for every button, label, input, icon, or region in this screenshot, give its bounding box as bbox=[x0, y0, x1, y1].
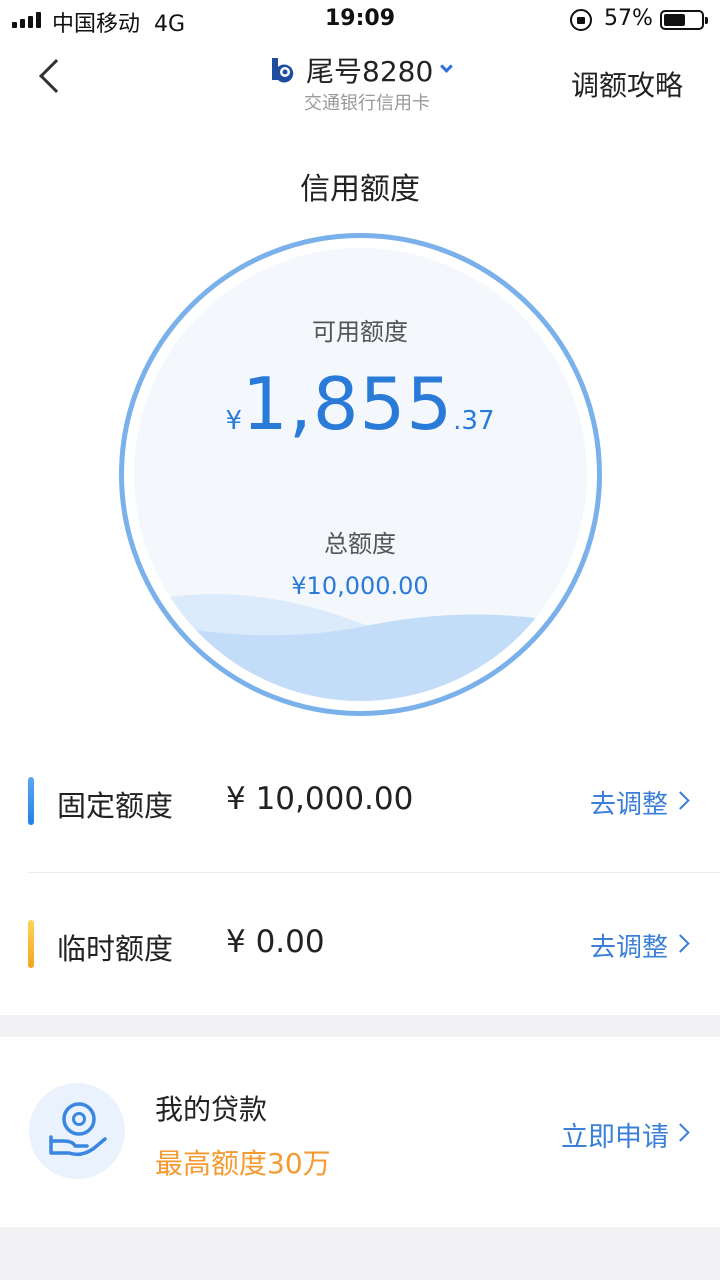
fixed-quota-value: ¥ 10,000.00 bbox=[226, 781, 414, 817]
loan-subtitle: 最高额度30万 bbox=[155, 1147, 331, 1180]
temp-quota-value: ¥ 0.00 bbox=[226, 924, 325, 960]
coin-hand-icon bbox=[29, 1083, 125, 1179]
fixed-quota-adjust-button[interactable]: 去调整 bbox=[590, 784, 668, 821]
available-integer: 1,855 bbox=[242, 362, 454, 446]
rotation-lock-icon bbox=[570, 9, 592, 31]
temp-quota-label: 临时额度 bbox=[57, 932, 174, 966]
card-subtitle: 交通银行信用卡 bbox=[304, 93, 430, 114]
available-decimal: .37 bbox=[453, 406, 495, 436]
fixed-quota-label: 固定额度 bbox=[57, 789, 174, 823]
available-amount: ¥1,855.37 bbox=[0, 362, 720, 446]
temp-quota-bar bbox=[28, 920, 34, 968]
fixed-quota-bar bbox=[28, 777, 34, 825]
divider bbox=[28, 872, 720, 873]
credit-gauge bbox=[119, 233, 602, 716]
available-currency: ¥ bbox=[225, 406, 243, 436]
apply-loan-button[interactable]: 立即申请 bbox=[561, 1115, 669, 1154]
adjust-guide-link[interactable]: 调额攻略 bbox=[571, 64, 683, 104]
battery-percent: 57% bbox=[604, 6, 653, 31]
temp-quota-adjust-button[interactable]: 去调整 bbox=[590, 927, 668, 964]
total-label: 总额度 bbox=[324, 530, 396, 558]
bank-logo-icon bbox=[272, 58, 294, 83]
available-label: 可用额度 bbox=[312, 318, 408, 346]
chevron-down-icon[interactable] bbox=[440, 60, 453, 73]
nav-header: 尾号8280 交通银行信用卡 调额攻略 bbox=[0, 40, 720, 122]
back-arrow-icon[interactable] bbox=[39, 59, 73, 93]
status-bar: 中国移动 4G 19:09 57% bbox=[0, 0, 720, 40]
card-selector[interactable]: 尾号8280 bbox=[306, 50, 433, 90]
loan-title: 我的贷款 bbox=[155, 1093, 268, 1126]
total-value: ¥10,000.00 bbox=[291, 572, 429, 600]
battery-icon bbox=[660, 10, 708, 30]
section-title: 信用额度 bbox=[300, 172, 420, 207]
